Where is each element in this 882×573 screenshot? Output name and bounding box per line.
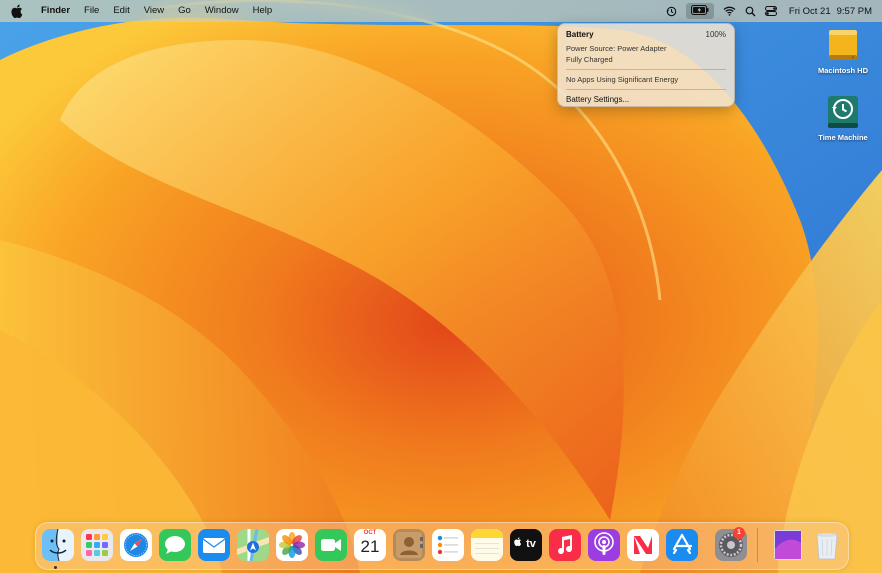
apple-menu-icon[interactable] bbox=[11, 4, 23, 18]
dock-notes[interactable] bbox=[471, 529, 503, 561]
clock-time: 9:57 PM bbox=[836, 5, 872, 17]
battery-icon[interactable] bbox=[685, 3, 714, 19]
dock: OCT 21 tv bbox=[35, 522, 849, 570]
control-center-icon[interactable] bbox=[764, 0, 777, 22]
tv-label: tv bbox=[526, 538, 536, 550]
menu-view[interactable]: View bbox=[137, 0, 171, 22]
menu-edit[interactable]: Edit bbox=[106, 0, 136, 22]
menu-window[interactable]: Window bbox=[198, 0, 246, 22]
clock-date: Fri Oct 21 bbox=[788, 5, 831, 17]
app-store-icon bbox=[666, 529, 698, 561]
photos-icon bbox=[276, 529, 308, 561]
messages-icon bbox=[159, 529, 191, 561]
finder-icon bbox=[42, 529, 74, 561]
popover-divider bbox=[566, 69, 726, 70]
mail-icon bbox=[198, 529, 230, 561]
dock-separator bbox=[757, 528, 758, 562]
menu-help[interactable]: Help bbox=[246, 0, 280, 22]
maps-icon bbox=[237, 529, 269, 561]
reminders-icon bbox=[432, 529, 464, 561]
dock-messages[interactable] bbox=[159, 529, 191, 561]
menu-clock[interactable]: Fri Oct 21 9:57 PM bbox=[789, 6, 872, 17]
search-icon[interactable] bbox=[745, 0, 756, 22]
menu-bar: Finder File Edit View Go Window Help Fri… bbox=[0, 0, 882, 22]
hard-drive-icon bbox=[829, 30, 857, 60]
desktop-icon-time-machine[interactable]: Time Machine bbox=[813, 95, 873, 142]
dock-news[interactable] bbox=[627, 529, 659, 561]
dock-tv[interactable]: tv bbox=[510, 529, 542, 561]
dock-calendar[interactable]: OCT 21 bbox=[354, 529, 386, 561]
dock-finder[interactable] bbox=[42, 529, 74, 561]
power-source: Power Source: Power Adapter bbox=[566, 44, 667, 53]
time-machine-disk-icon bbox=[828, 96, 858, 128]
battery-popover: Battery 100% Power Source: Power Adapter… bbox=[557, 23, 735, 107]
desktop-icon-label: Time Machine bbox=[818, 133, 868, 142]
facetime-icon bbox=[315, 529, 347, 561]
desktop-icon-label: Macintosh HD bbox=[817, 66, 868, 75]
running-indicator bbox=[54, 566, 57, 569]
dock-contacts[interactable] bbox=[393, 529, 425, 561]
app-menu-finder[interactable]: Finder bbox=[34, 0, 77, 22]
dock-photos[interactable] bbox=[276, 529, 308, 561]
dock-music[interactable] bbox=[549, 529, 581, 561]
battery-percent: 100% bbox=[705, 30, 726, 39]
music-icon bbox=[549, 529, 581, 561]
wifi-icon[interactable] bbox=[723, 0, 736, 22]
notes-icon bbox=[471, 529, 503, 561]
dock-facetime[interactable] bbox=[315, 529, 347, 561]
calendar-month: OCT bbox=[363, 530, 377, 536]
downloads-stack-icon bbox=[774, 530, 802, 560]
charge-status: Fully Charged bbox=[566, 55, 613, 64]
news-icon bbox=[627, 529, 659, 561]
contacts-icon bbox=[393, 529, 425, 561]
menu-file[interactable]: File bbox=[77, 0, 106, 22]
energy-note: No Apps Using Significant Energy bbox=[566, 75, 679, 84]
desktop-wallpaper bbox=[0, 0, 882, 573]
dock-app-store[interactable] bbox=[666, 529, 698, 561]
notification-badge: 1 bbox=[733, 527, 745, 539]
podcasts-icon bbox=[588, 529, 620, 561]
safari-icon bbox=[120, 529, 152, 561]
dock-downloads[interactable] bbox=[772, 529, 804, 561]
battery-status[interactable] bbox=[685, 0, 714, 22]
time-machine-icon[interactable] bbox=[666, 0, 677, 22]
dock-trash[interactable] bbox=[811, 529, 843, 561]
desktop-icon-macintosh-hd[interactable]: Macintosh HD bbox=[813, 28, 873, 75]
dock-podcasts[interactable] bbox=[588, 529, 620, 561]
dock-maps[interactable] bbox=[237, 529, 269, 561]
popover-divider bbox=[566, 89, 726, 90]
launchpad-icon bbox=[81, 529, 113, 561]
battery-settings-item[interactable]: Battery Settings... bbox=[566, 95, 726, 104]
menu-go[interactable]: Go bbox=[171, 0, 198, 22]
dock-reminders[interactable] bbox=[432, 529, 464, 561]
dock-safari[interactable] bbox=[120, 529, 152, 561]
calendar-day: 21 bbox=[360, 537, 380, 556]
trash-icon bbox=[816, 533, 838, 560]
dock-mail[interactable] bbox=[198, 529, 230, 561]
dock-launchpad[interactable] bbox=[81, 529, 113, 561]
battery-popover-title: Battery bbox=[566, 30, 594, 39]
